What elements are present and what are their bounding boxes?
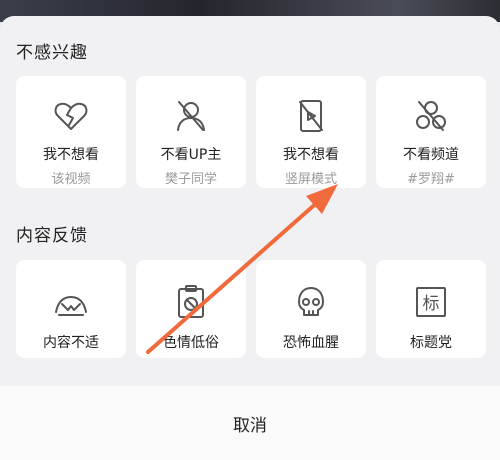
option-title: 标题党 [410, 335, 452, 351]
cancel-button[interactable]: 取消 [0, 386, 500, 460]
option-subtitle: 该视频 [51, 172, 91, 187]
title-bait-icon: 标 [411, 282, 451, 322]
option-subtitle: 樊子同学 [164, 172, 217, 187]
option-title: 不看频道 [403, 147, 459, 163]
option-block-channel[interactable]: 不看频道 #罗翔# [376, 76, 486, 188]
option-title: 我不想看 [283, 147, 339, 163]
heart-broken-icon [51, 96, 91, 136]
option-title: 不看UP主 [160, 147, 222, 163]
option-clickbait-title[interactable]: 标 标题党 [376, 260, 486, 358]
user-blocked-icon [171, 96, 211, 136]
section-title-not-interested: 不感兴趣 [16, 43, 88, 63]
option-subtitle: #罗翔# [407, 172, 455, 187]
option-block-uploader[interactable]: 不看UP主 樊子同学 [136, 76, 246, 188]
option-title: 色情低俗 [163, 335, 219, 351]
option-horror-gore[interactable]: 恐怖血腥 [256, 260, 366, 358]
discomfort-icon [51, 282, 91, 322]
option-title: 恐怖血腥 [283, 335, 339, 351]
option-content-discomfort[interactable]: 内容不适 [16, 260, 126, 358]
option-title: 内容不适 [43, 335, 99, 351]
skull-icon [291, 282, 331, 322]
channel-blocked-icon [411, 96, 451, 136]
option-subtitle: 竖屏模式 [284, 172, 337, 187]
prohibited-clipboard-icon [171, 282, 211, 322]
option-title: 我不想看 [43, 147, 99, 163]
vertical-screen-blocked-icon [291, 96, 331, 136]
section-title-content-feedback: 内容反馈 [16, 226, 88, 246]
option-dislike-video[interactable]: 我不想看 该视频 [16, 76, 126, 188]
option-vulgar-content[interactable]: 色情低俗 [136, 260, 246, 358]
option-dislike-vertical-mode[interactable]: 我不想看 竖屏模式 [256, 76, 366, 188]
title-bait-glyph: 标 [423, 294, 440, 314]
feedback-bottom-sheet: 不感兴趣 我不想看 该视频 不看UP主 樊子同学 我不想看 竖屏模式 不看频道 … [0, 16, 500, 460]
